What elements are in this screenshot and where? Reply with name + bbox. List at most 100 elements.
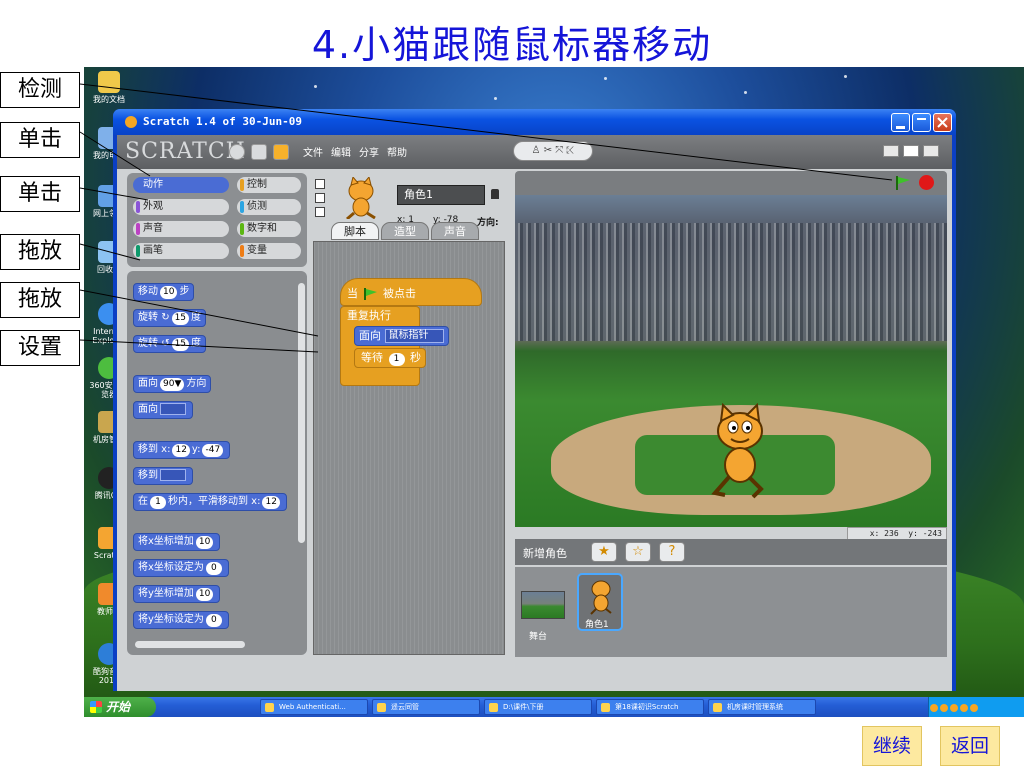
maximize-button[interactable] <box>912 113 931 132</box>
category-variables[interactable]: 变量 <box>237 243 301 259</box>
close-button[interactable] <box>933 113 952 132</box>
block-turn-right[interactable]: 旋转 ↻ 15 度 <box>133 309 207 327</box>
tab-sounds[interactable]: 声音 <box>431 222 479 240</box>
block-set-x[interactable]: 将x坐标设定为 0 <box>133 559 229 577</box>
block-number-input[interactable]: -47 <box>202 444 224 457</box>
tray-icon[interactable] <box>930 704 938 712</box>
no-rotate-icon[interactable] <box>315 207 325 217</box>
block-change-x[interactable]: 将x坐标增加 10 <box>133 533 221 551</box>
block-goto[interactable]: 移到 <box>133 467 193 485</box>
taskbar-item-label: D:\课件\下册 <box>503 703 544 711</box>
category-sensing[interactable]: 侦测 <box>237 199 301 215</box>
taskbar-item[interactable]: 第18课初识Scratch <box>596 699 704 715</box>
script-area[interactable]: 当 被点击 重复执行 面向 鼠标指针 等待 1 秒 <box>313 241 505 655</box>
point-target-dropdown[interactable]: 鼠标指针 <box>384 329 444 343</box>
stage[interactable] <box>515 195 947 527</box>
choose-sprite-button[interactable]: ☆ <box>625 542 651 562</box>
block-number-input[interactable]: 1 <box>388 353 405 366</box>
sprite-thumbnail[interactable]: 角色1 <box>577 573 623 631</box>
block-number-input[interactable]: 90▼ <box>160 378 185 391</box>
block-point-towards[interactable]: 面向 <box>133 401 193 419</box>
menu-edit[interactable]: 编辑 <box>331 144 351 159</box>
block-dropdown[interactable] <box>160 469 186 481</box>
block-number-input[interactable]: 0 <box>205 614 222 627</box>
taskbar-item[interactable]: Web Authenticati... <box>260 699 368 715</box>
small-stage-icon[interactable] <box>883 145 899 157</box>
block-when-flag-clicked[interactable]: 当 被点击 <box>340 278 482 306</box>
taskbar-item-label: 机房课时管理系统 <box>727 703 783 711</box>
tray-icon[interactable] <box>940 704 948 712</box>
presentation-icon[interactable] <box>923 145 939 157</box>
window-title: Scratch 1.4 of 30-Jun-09 <box>143 115 302 128</box>
block-number-input[interactable]: 12 <box>262 496 280 509</box>
paint-sprite-button[interactable]: ★ <box>591 542 617 562</box>
menu-share[interactable]: 分享 <box>359 144 379 159</box>
menu-help[interactable]: 帮助 <box>387 144 407 159</box>
rotation-style-icon[interactable] <box>315 179 325 189</box>
window-titlebar[interactable]: Scratch 1.4 of 30-Jun-09 <box>113 109 956 135</box>
block-text: 旋转 <box>138 338 158 349</box>
block-point-direction[interactable]: 面向 90▼ 方向 <box>133 375 212 393</box>
category-control[interactable]: 控制 <box>237 177 301 193</box>
block-forever[interactable]: 重复执行 <box>340 306 420 386</box>
tab-costumes[interactable]: 造型 <box>381 222 429 240</box>
random-sprite-button[interactable]: ? <box>659 542 685 562</box>
cat-sprite[interactable] <box>705 403 775 499</box>
category-label: 画笔 <box>143 245 163 256</box>
globe-icon[interactable] <box>229 144 245 160</box>
shrink-icon[interactable]: ⤪ <box>566 145 574 156</box>
flip-icon[interactable] <box>315 193 325 203</box>
minimize-button[interactable] <box>891 113 910 132</box>
stop-button[interactable] <box>919 175 934 190</box>
save-icon[interactable] <box>251 144 267 160</box>
palette-vertical-scrollbar[interactable] <box>298 283 305 543</box>
menu-file[interactable]: 文件 <box>303 144 323 159</box>
rotate-right-icon: ↻ <box>161 312 170 323</box>
tool-buttons[interactable]: ♙ ✂ ⤧ ⤪ <box>513 141 593 161</box>
green-flag-button[interactable] <box>895 176 911 190</box>
block-number-input[interactable]: 1 <box>150 496 166 509</box>
tab-scripts[interactable]: 脚本 <box>331 222 379 240</box>
category-panel: 动作 控制 外观 侦测 声音 数字和 画笔 变量 <box>127 173 307 267</box>
block-number-input[interactable]: 10 <box>195 588 214 601</box>
block-number-input[interactable]: 10 <box>195 536 214 549</box>
taskbar-item[interactable]: D:\课件\下册 <box>484 699 592 715</box>
block-number-input[interactable]: 15 <box>171 338 190 351</box>
lock-icon[interactable] <box>491 189 499 199</box>
block-wait[interactable]: 等待 1 秒 <box>354 348 426 368</box>
category-motion[interactable]: 动作 <box>133 177 229 193</box>
start-button[interactable]: 开始 <box>84 697 156 717</box>
duplicate-icon[interactable]: ♙ <box>532 145 541 156</box>
taskbar-item[interactable]: 机房课时管理系统 <box>708 699 816 715</box>
sprite-name-field[interactable]: 角色1 <box>397 185 485 205</box>
block-move-steps[interactable]: 移动 10 步 <box>133 283 195 301</box>
tray-icon[interactable] <box>970 704 978 712</box>
category-pen[interactable]: 画笔 <box>133 243 229 259</box>
block-goto-xy[interactable]: 移到 x: 12 y: -47 <box>133 441 231 459</box>
delete-icon[interactable]: ✂ <box>544 145 552 156</box>
block-turn-left[interactable]: 旋转 ↺ 15 度 <box>133 335 207 353</box>
block-number-input[interactable]: 10 <box>160 286 178 299</box>
share-icon[interactable] <box>273 144 289 160</box>
back-button[interactable]: 返回 <box>940 726 1000 766</box>
tray-icon[interactable] <box>950 704 958 712</box>
block-number-input[interactable]: 15 <box>171 312 190 325</box>
tray-icon[interactable] <box>960 704 968 712</box>
block-number-input[interactable]: 0 <box>205 562 222 575</box>
block-change-y[interactable]: 将y坐标增加 10 <box>133 585 221 603</box>
block-text: 将x坐标增加 <box>138 536 194 547</box>
block-glide[interactable]: 在 1 秒内，平滑移动到 x: 12 <box>133 493 287 511</box>
block-point-towards-mouse[interactable]: 面向 鼠标指针 <box>354 326 449 346</box>
block-dropdown[interactable] <box>160 403 186 415</box>
desktop-icon-my-documents[interactable]: 我的文档 <box>86 71 132 104</box>
continue-button[interactable]: 继续 <box>862 726 922 766</box>
normal-stage-icon[interactable] <box>903 145 919 157</box>
palette-horizontal-scrollbar[interactable] <box>135 641 245 648</box>
category-operators[interactable]: 数字和 <box>237 221 301 237</box>
grow-icon[interactable]: ⤧ <box>555 145 563 156</box>
category-looks[interactable]: 外观 <box>133 199 229 215</box>
category-sound[interactable]: 声音 <box>133 221 229 237</box>
block-set-y[interactable]: 将y坐标设定为 0 <box>133 611 229 629</box>
taskbar-item[interactable]: 遥云同管 <box>372 699 480 715</box>
block-number-input[interactable]: 12 <box>172 444 190 457</box>
